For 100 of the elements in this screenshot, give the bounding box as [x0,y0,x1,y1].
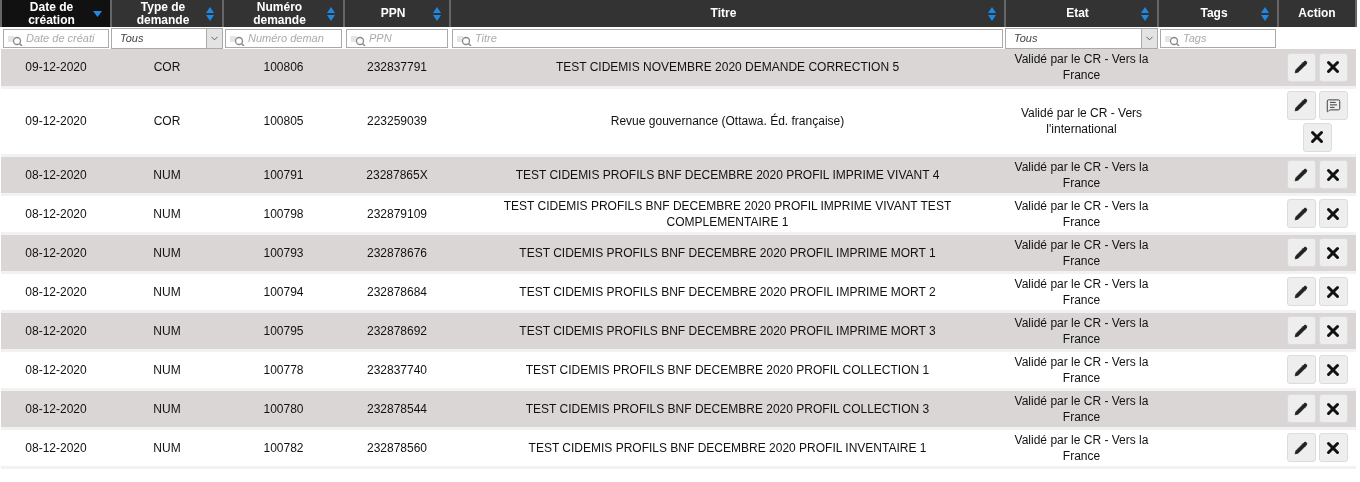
number-cell: 100798 [263,206,304,221]
status-cell: Validé par le CR - Vers la France [1014,237,1149,268]
ppn-cell: 232837791 [366,60,428,75]
status-cell: Validé par le CR - Vers la France [1014,198,1149,229]
sort-desc-icon[interactable] [93,10,102,17]
ppn-cell: 232878684 [366,284,428,299]
title-cell: TEST CIDEMIS PROFILS BNF DECEMBRE 2020 PROFIL IMPRIME MORT 2 [519,284,936,299]
edit-button[interactable] [1286,355,1316,384]
edit-button[interactable] [1286,277,1316,306]
table-row[interactable]: 08-12-2020 NUM 100794 232878684 TEST CIDEMIS PROFILS BNF DECEMBRE 2020 PROFIL IMPRIME MORT 2 Validé par le CR - Vers la France [1,272,1356,311]
edit-button[interactable] [1286,52,1316,82]
column-header: Action [1278,0,1356,27]
number-cell: 100806 [263,60,304,75]
title-cell: TEST CIDEMIS NOVEMBRE 2020 DEMANDE CORRECTION 5 [555,60,900,75]
delete-button[interactable] [1318,394,1348,423]
column-header[interactable]: PPN [344,0,450,27]
close-icon [1308,128,1326,146]
sort-icon[interactable] [206,6,214,21]
type-cell: NUM [153,401,181,416]
column-header[interactable]: Tags [1158,0,1278,27]
status-cell: Validé par le CR - Vers la France [1014,432,1149,463]
title-cell: TEST CIDEMIS PROFILS BNF DECEMBRE 2020 PROFIL IMPRIME VIVANT 4 [515,167,940,182]
pencil-icon [1294,206,1308,221]
delete-button[interactable] [1302,122,1332,152]
filter-field[interactable]: Tags [1160,28,1276,48]
table-row[interactable]: 09-12-2020 COR 100805 223259039 Revue gouvernance (Ottawa. Éd. française) Validé par le CR - Vers l'international [1,87,1356,155]
column-header[interactable]: Numéro demande [223,0,344,27]
filter-dropdown[interactable]: Tous [1005,27,1158,49]
delete-button[interactable] [1318,52,1348,82]
number-cell: 100780 [263,401,304,416]
comment-button[interactable] [1318,90,1348,120]
delete-button[interactable] [1318,316,1348,345]
edit-button[interactable] [1286,394,1316,423]
title-cell: TEST CIDEMIS PROFILS BNF DECEMBRE 2020 PROFIL IMPRIME VIVANT TEST COMPLEMENTAIRE 1 [503,198,952,229]
status-cell: Validé par le CR - Vers la France [1014,315,1149,346]
filter-field[interactable]: PPN [346,28,448,48]
sort-icon[interactable] [1141,6,1149,21]
delete-button[interactable] [1318,238,1348,267]
delete-button[interactable] [1318,277,1348,306]
edit-button[interactable] [1286,433,1316,462]
date-cell: 08-12-2020 [25,323,87,338]
type-cell: NUM [153,167,181,182]
ppn-cell: 232837740 [366,362,428,377]
pencil-icon [1294,98,1308,112]
search-icon [230,34,246,46]
filter-field[interactable]: Date de créati [3,28,109,48]
column-header[interactable]: Type de demande [111,0,223,27]
ppn-cell: 232879109 [366,206,428,221]
number-cell: 100793 [263,245,304,260]
pencil-icon [1294,362,1308,377]
pencil-icon [1294,245,1308,260]
status-cell: Validé par le CR - Vers la France [1014,52,1149,83]
table-row[interactable]: 08-12-2020 NUM 100795 232878692 TEST CIDEMIS PROFILS BNF DECEMBRE 2020 PROFIL IMPRIME MORT 3 Validé par le CR - Vers la France [1,311,1356,350]
title-cell: TEST CIDEMIS PROFILS BNF DECEMBRE 2020 PROFIL COLLECTION 1 [525,362,930,377]
sort-icon[interactable] [988,6,996,21]
edit-button[interactable] [1286,316,1316,345]
title-cell: TEST CIDEMIS PROFILS BNF DECEMBRE 2020 PROFIL IMPRIME MORT 1 [519,245,936,260]
date-cell: 08-12-2020 [25,245,87,260]
type-cell: NUM [153,245,181,260]
filter-dropdown[interactable]: Tous [111,27,223,49]
number-cell: 100791 [263,167,304,182]
column-header[interactable]: Date de création [1,0,111,27]
delete-button[interactable] [1318,433,1348,462]
pencil-icon [1294,284,1308,299]
delete-button[interactable] [1318,160,1348,189]
filter-field[interactable]: Numéro deman [225,28,342,48]
edit-button[interactable] [1286,160,1316,189]
table-row[interactable]: 08-12-2020 NUM 100780 232878544 TEST CIDEMIS PROFILS BNF DECEMBRE 2020 PROFIL COLLECTION 3 Validé par le CR - Vers la France [1,389,1356,428]
edit-button[interactable] [1286,199,1316,228]
search-icon [457,34,473,46]
sort-icon[interactable] [327,6,335,21]
column-header[interactable]: Etat [1005,0,1158,27]
table-row[interactable]: 08-12-2020 NUM 100778 232837740 TEST CIDEMIS PROFILS BNF DECEMBRE 2020 PROFIL COLLECTION 1 Validé par le CR - Vers la France [1,350,1356,389]
date-cell: 08-12-2020 [25,284,87,299]
sort-icon[interactable] [433,6,441,21]
pencil-icon [1294,440,1308,455]
title-cell: TEST CIDEMIS PROFILS BNF DECEMBRE 2020 PROFIL IMPRIME MORT 3 [519,323,936,338]
delete-button[interactable] [1318,355,1348,384]
table-row[interactable]: 08-12-2020 NUM 100782 232878560 TEST CIDEMIS PROFILS BNF DECEMBRE 2020 PROFIL INVENTAIRE 1 Validé par le CR - Vers la France [1,428,1356,467]
date-cell: 08-12-2020 [25,362,87,377]
date-cell: 08-12-2020 [25,440,87,455]
delete-button[interactable] [1318,199,1348,228]
sort-icon[interactable] [1261,6,1269,21]
edit-button[interactable] [1286,238,1316,267]
date-cell: 09-12-2020 [25,114,87,128]
pencil-icon [1294,60,1308,75]
ppn-cell: 232878692 [366,323,428,338]
title-cell: Revue gouvernance (Ottawa. Éd. française) [610,114,845,128]
type-cell: NUM [153,440,181,455]
pencil-icon [1294,323,1308,338]
filter-field[interactable]: Titre [452,28,1003,48]
status-cell: Validé par le CR - Vers la France [1014,393,1149,424]
search-icon [1165,34,1181,46]
comment-icon [1325,97,1341,113]
pencil-icon [1294,167,1308,182]
table-row[interactable]: 08-12-2020 NUM 100798 232879109 TEST CIDEMIS PROFILS BNF DECEMBRE 2020 PROFIL IMPRIME VIVANT TEST COMPLEMENTAIRE 1 Validé par le CR - Vers la France [1,194,1356,233]
column-header[interactable]: Titre [450,0,1005,27]
status-cell: Validé par le CR - Vers la France [1014,159,1149,190]
ppn-cell: 232878676 [366,245,428,260]
edit-button[interactable] [1286,90,1316,120]
